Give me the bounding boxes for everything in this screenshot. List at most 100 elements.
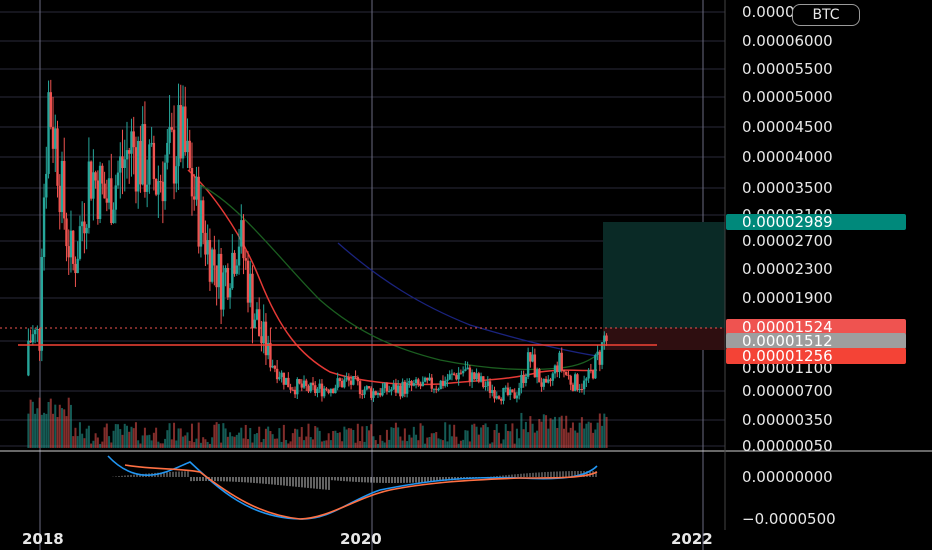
volume-bar — [224, 428, 227, 448]
volume-bar — [137, 440, 140, 448]
volume-bar — [473, 423, 476, 448]
volume-bar — [184, 435, 187, 448]
candle-body — [87, 161, 91, 228]
volume-bar — [433, 433, 436, 448]
volume-bar — [598, 413, 601, 448]
volume-bar — [244, 424, 247, 448]
candle-body — [414, 379, 418, 384]
volume-bar — [589, 422, 592, 448]
candle-body — [60, 160, 64, 213]
candle-body — [464, 369, 467, 371]
volume-bar — [276, 438, 279, 448]
candle-body — [184, 106, 187, 153]
candle-body — [488, 381, 492, 393]
volume-bar — [542, 414, 545, 448]
volume-bar — [36, 408, 39, 448]
candle-body — [334, 387, 337, 394]
volume-bar — [76, 436, 79, 448]
volume-bar — [220, 442, 223, 448]
candle-body — [298, 379, 301, 384]
volume-bar — [352, 429, 355, 448]
volume-bar — [161, 443, 164, 448]
candle-body — [336, 378, 339, 388]
candle-body — [486, 381, 489, 387]
volume-bar — [114, 424, 117, 448]
candle-body — [101, 165, 104, 184]
volume-bar — [545, 415, 548, 448]
candle-body — [264, 321, 268, 356]
candle-body — [347, 377, 351, 381]
volume-bar — [558, 417, 561, 448]
candle-body — [533, 354, 537, 378]
candle-body — [242, 220, 245, 259]
candle-body — [105, 198, 109, 203]
volume-bar — [475, 426, 478, 448]
candle-body — [385, 382, 389, 392]
candle-body — [477, 373, 481, 382]
price-tick-label: 0.00000700 — [742, 382, 833, 400]
candle-body — [508, 389, 512, 395]
candle-body — [580, 388, 584, 390]
candle-body — [399, 385, 402, 397]
candle-body — [457, 372, 460, 380]
volume-bar — [316, 427, 319, 448]
candle-body — [152, 142, 156, 179]
volume-bar — [128, 431, 131, 448]
candle-body — [89, 161, 93, 199]
candle-body — [405, 382, 409, 394]
candle-body — [278, 377, 281, 380]
candle-body — [450, 373, 454, 375]
candle-body — [103, 183, 106, 199]
volume-bar — [294, 428, 297, 448]
volume-bar — [206, 441, 209, 448]
volume-bar — [267, 426, 270, 448]
volume-bar — [574, 430, 577, 448]
volume-bar — [578, 422, 581, 448]
volume-bar — [226, 436, 229, 448]
candle-body — [417, 379, 420, 385]
candle-body — [408, 381, 411, 383]
volume-bar — [94, 433, 97, 448]
candle-body — [51, 127, 55, 149]
candle-body — [504, 387, 507, 389]
volume-bar — [354, 442, 357, 448]
volume-bar — [166, 430, 169, 448]
candle-body — [441, 380, 445, 386]
candle-body — [206, 240, 209, 255]
price-chart[interactable]: 0.000000500.000003500.000007000.00001100… — [0, 0, 932, 550]
macd-tick-label: 0.00000000 — [742, 468, 833, 486]
volume-bar — [554, 416, 557, 448]
candle-body — [63, 160, 66, 219]
candle-body — [565, 371, 568, 375]
price-tick-label: 0.00003500 — [742, 179, 833, 197]
volume-bar — [536, 430, 539, 448]
candle-body — [426, 377, 429, 381]
candle-body — [556, 365, 559, 373]
volume-bar — [164, 438, 167, 448]
volume-bar — [132, 428, 135, 448]
volume-bar — [596, 422, 599, 448]
candle-body — [437, 389, 440, 391]
candle-body — [370, 388, 373, 398]
candle-body — [544, 378, 548, 383]
candle-body — [387, 391, 391, 393]
volume-bar — [99, 443, 102, 448]
volume-bar — [601, 425, 604, 448]
candle-body — [217, 253, 221, 288]
candle-body — [520, 374, 523, 388]
volume-bar — [309, 437, 312, 448]
candle-body — [284, 377, 288, 385]
volume-bar — [495, 424, 498, 448]
volume-bar — [343, 426, 346, 448]
volume-bar — [486, 427, 489, 448]
volume-bar — [345, 429, 348, 448]
candle-body — [591, 370, 595, 379]
price-tick-label: 0.00004500 — [742, 118, 833, 136]
volume-bar — [332, 431, 335, 448]
candle-body — [410, 381, 413, 386]
candle-body — [246, 260, 250, 303]
currency-badge[interactable]: BTC — [792, 4, 860, 26]
volume-bar — [264, 428, 267, 448]
candle-body — [125, 150, 129, 160]
price-tag-label-target: 0.00002989 — [742, 213, 833, 231]
